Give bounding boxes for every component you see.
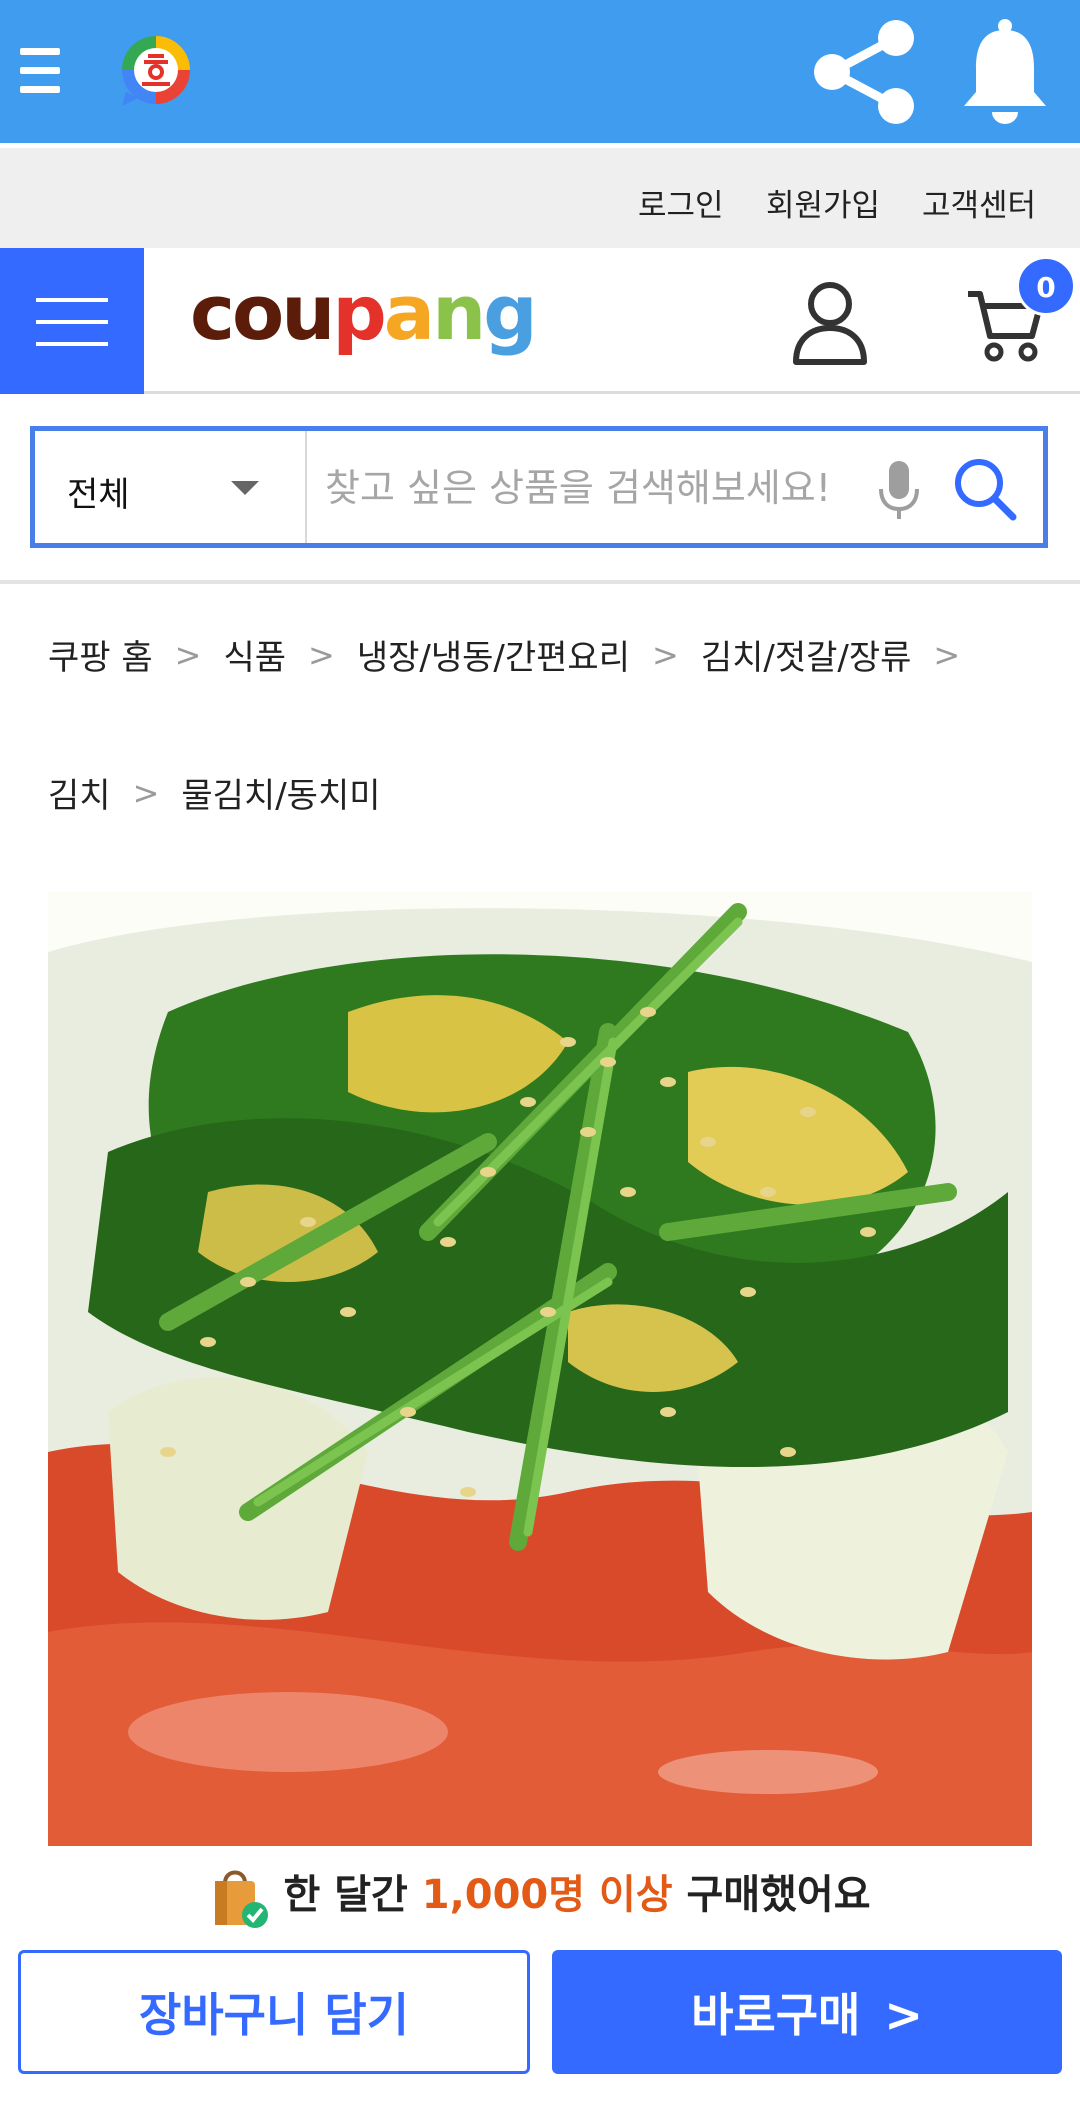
breadcrumb-item-food[interactable]: 식품 [223, 630, 286, 679]
site-header: coupang [0, 248, 1080, 394]
customer-center-link[interactable]: 고객센터 [922, 180, 1036, 225]
logo-part: p [332, 268, 386, 357]
chevron-right-icon: > [132, 773, 160, 812]
breadcrumb-item-chilled[interactable]: 냉장/냉동/간편요리 [357, 630, 630, 679]
divider [0, 580, 1080, 584]
cart-count-badge: 0 [1016, 256, 1076, 316]
kimchi-photo [48, 892, 1032, 1846]
chevron-right-icon: > [652, 635, 679, 674]
breadcrumb-item-kimchi[interactable]: 김치 [48, 768, 111, 817]
top-links-bar: 로그인 회원가입 고객센터 [0, 148, 1080, 248]
translate-logo-icon[interactable] [118, 32, 194, 108]
social-proof-suffix: 구매했어요 [686, 1872, 871, 1918]
user-account-icon[interactable] [790, 278, 870, 368]
buy-now-label: 바로구매 [691, 1988, 861, 2042]
purchase-count-banner: 한 달간 1,000명 이상 구매했어요 [0, 1862, 1080, 1936]
shopping-bag-check-icon [215, 1870, 269, 1928]
chevron-right-icon: > [933, 635, 961, 674]
logo-part: a [383, 268, 435, 357]
social-proof-prefix: 한 달간 [283, 1872, 408, 1918]
breadcrumb-item-mulkimchi[interactable]: 물김치/동치미 [181, 768, 380, 817]
signup-link[interactable]: 회원가입 [766, 180, 880, 225]
app-bar [0, 0, 1080, 143]
dropdown-arrow-icon [231, 481, 259, 495]
logo-part: n [432, 268, 486, 357]
search-scope-label: 전체 [67, 475, 130, 515]
search-icon[interactable] [951, 455, 1019, 523]
search-bar: 전체 [30, 426, 1048, 548]
breadcrumb-item-kimchi-sauces[interactable]: 김치/젓갈/장류 [701, 630, 912, 679]
search-scope-select[interactable]: 전체 [35, 431, 307, 543]
logo-part: cou [190, 268, 335, 357]
hamburger-menu-icon[interactable] [20, 44, 64, 98]
chevron-right-icon: > [174, 635, 202, 674]
notification-bell-icon[interactable] [960, 18, 1050, 124]
add-to-cart-button[interactable]: 장바구니 담기 [18, 1950, 530, 2074]
login-link[interactable]: 로그인 [638, 180, 724, 225]
search-input[interactable] [325, 453, 895, 523]
buy-now-button[interactable]: 바로구매 > [552, 1950, 1062, 2074]
microphone-icon[interactable] [873, 459, 925, 523]
coupang-logo[interactable]: coupang [190, 268, 538, 357]
logo-part: g [483, 268, 537, 357]
chevron-right-icon: > [884, 1988, 923, 2042]
breadcrumb-item-home[interactable]: 쿠팡 홈 [48, 630, 153, 679]
social-proof-highlight: 1,000명 이상 [421, 1872, 673, 1918]
share-icon[interactable] [810, 18, 920, 126]
product-image[interactable] [48, 892, 1032, 1846]
chevron-right-icon: > [308, 635, 335, 674]
category-menu-button[interactable] [0, 248, 144, 394]
